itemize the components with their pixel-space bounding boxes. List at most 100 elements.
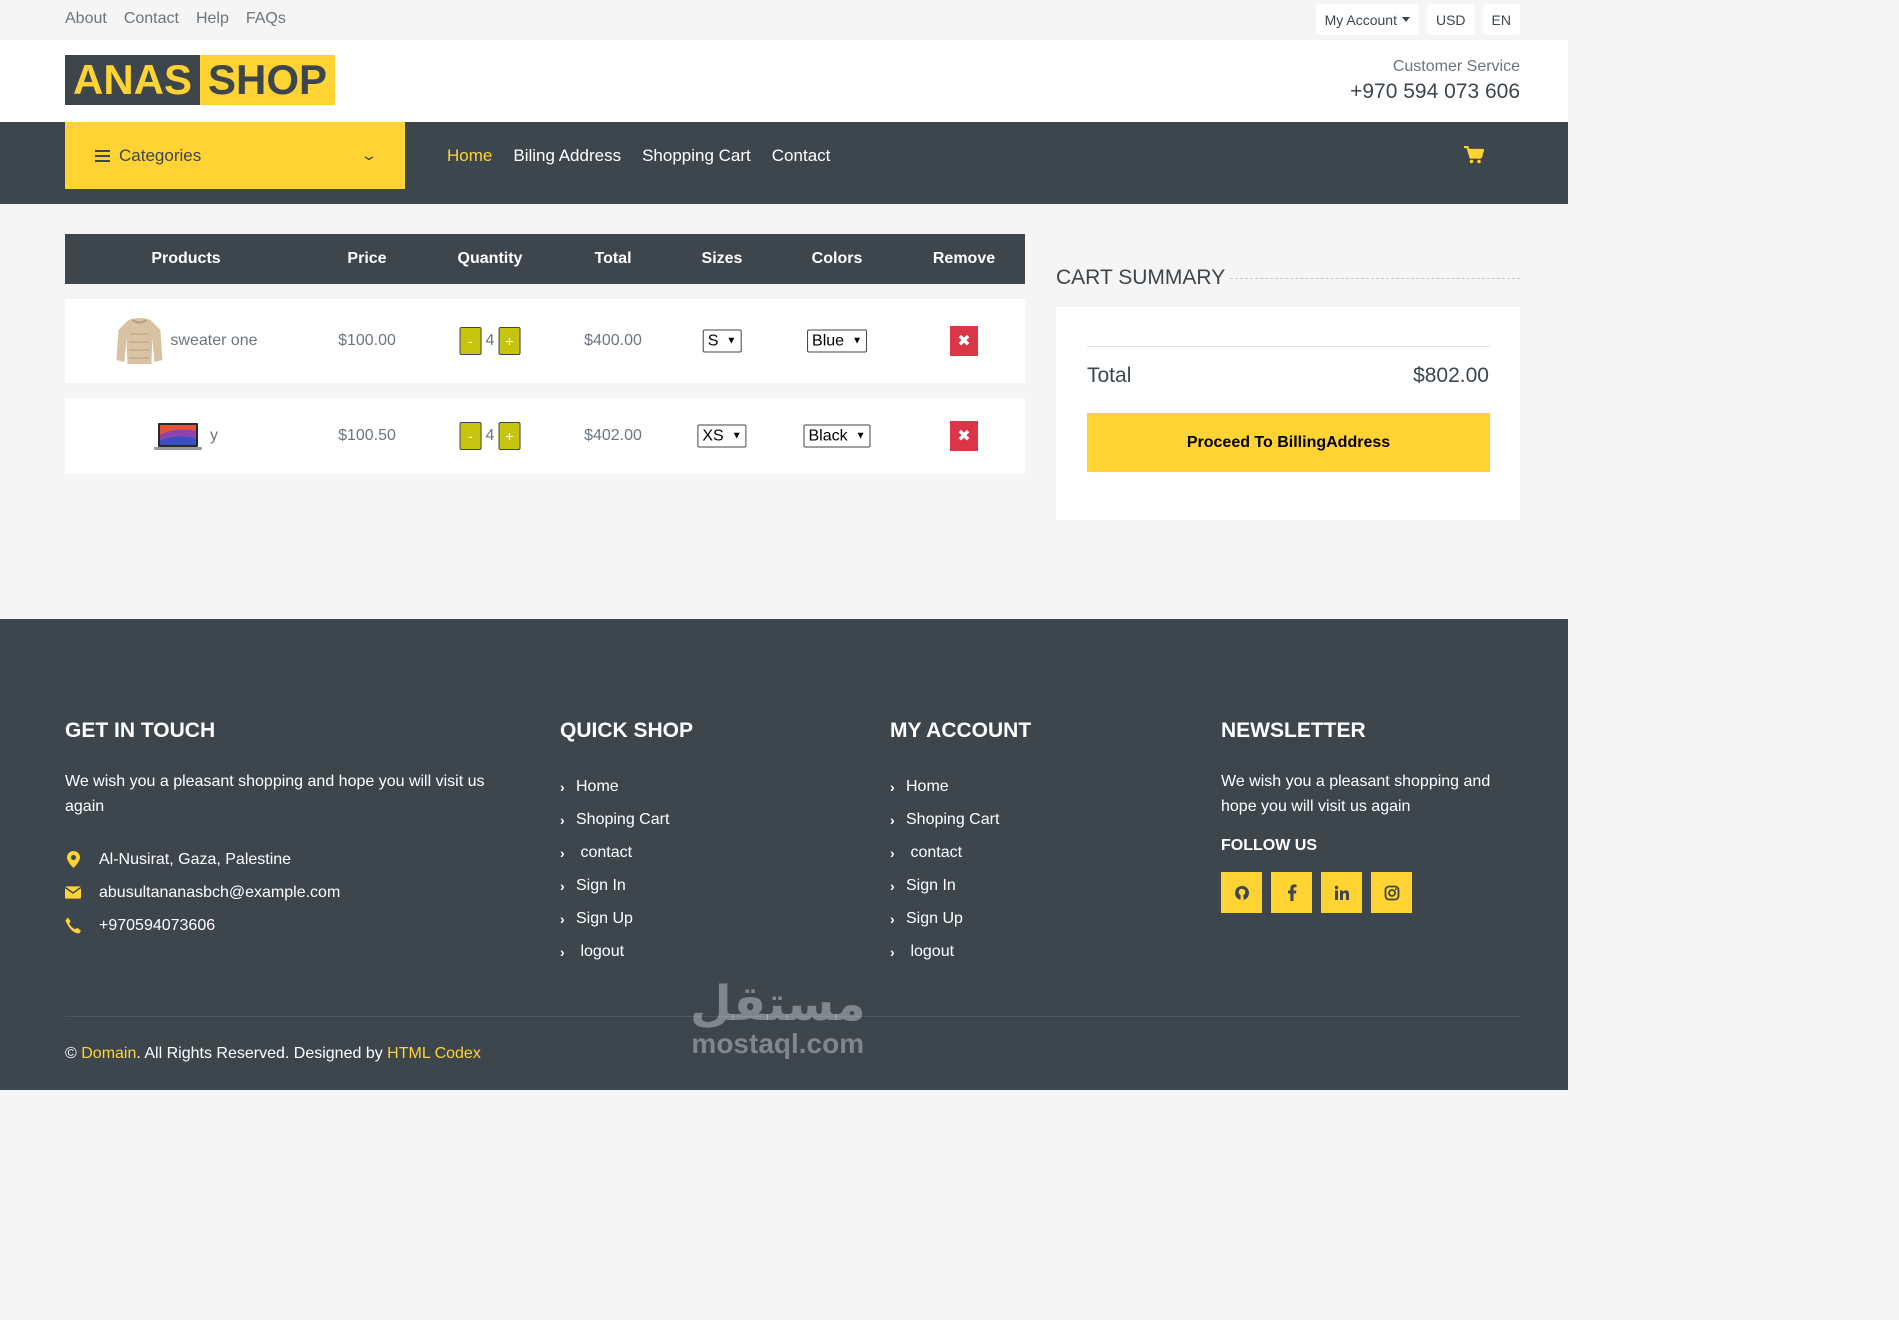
- proceed-to-billing-button[interactable]: Proceed To BillingAddress: [1087, 413, 1490, 472]
- link-label: Shoping Cart: [576, 810, 670, 828]
- logo[interactable]: ANAS SHOP: [65, 55, 336, 105]
- quantity-minus-button[interactable]: -: [459, 422, 482, 450]
- top-link-help[interactable]: Help: [196, 10, 229, 28]
- link-label: Home: [906, 777, 949, 795]
- chevron-right-icon: ›: [560, 778, 565, 795]
- currency-button[interactable]: USD: [1426, 4, 1475, 35]
- nav-link-billing-address[interactable]: Biling Address: [513, 146, 621, 166]
- chevron-right-icon: ›: [890, 778, 895, 795]
- top-link-faqs[interactable]: FAQs: [246, 10, 286, 28]
- quantity-value[interactable]: 4: [486, 427, 495, 445]
- size-select[interactable]: S ▼: [702, 329, 742, 353]
- footer-link-sign-up[interactable]: › Sign Up: [560, 902, 693, 935]
- email-text[interactable]: abusultananasbch@example.com: [99, 884, 340, 902]
- link-label: contact: [906, 843, 963, 861]
- cart-summary-box: Total $802.00 Proceed To BillingAddress: [1056, 307, 1520, 520]
- summary-total-label: Total: [1087, 364, 1132, 387]
- close-icon: ✖: [957, 333, 971, 350]
- html-codex-link[interactable]: HTML Codex: [387, 1045, 481, 1062]
- footer-link-shopping-cart[interactable]: › Shoping Cart: [560, 803, 693, 836]
- footer-link-sign-in[interactable]: › Sign In: [560, 869, 693, 902]
- footer-link-logout[interactable]: › logout: [560, 935, 693, 968]
- linkedin-icon[interactable]: [1321, 872, 1362, 913]
- quantity-plus-button[interactable]: +: [498, 327, 521, 355]
- my-account-label: My Account: [1324, 11, 1397, 28]
- footer-link-home[interactable]: › Home: [890, 770, 1031, 803]
- currency-label: USD: [1435, 11, 1466, 28]
- my-account-dropdown[interactable]: My Account: [1315, 4, 1419, 35]
- chevron-down-icon: ▼: [726, 335, 737, 347]
- copyright-prefix: ©: [65, 1045, 82, 1062]
- language-label: EN: [1491, 11, 1511, 28]
- follow-us-label: FOLLOW US: [1221, 837, 1317, 854]
- header: ANAS SHOP Customer Service +970 594 073 …: [0, 40, 1568, 122]
- col-colors: Colors: [811, 250, 863, 267]
- language-button[interactable]: EN: [1482, 4, 1520, 35]
- instagram-icon[interactable]: [1371, 872, 1412, 913]
- size-value: S: [707, 332, 719, 349]
- categories-toggle[interactable]: Categories ⌄: [65, 122, 405, 189]
- chevron-right-icon: ›: [560, 877, 565, 894]
- facebook-icon[interactable]: [1271, 872, 1312, 913]
- footer-text: We wish you a pleasant shopping and hope…: [65, 773, 485, 815]
- footer-link-sign-in[interactable]: › Sign In: [890, 869, 1031, 902]
- sweater-thumbnail[interactable]: [114, 316, 164, 366]
- footer: GET IN TOUCH We wish you a pleasant shop…: [0, 619, 1568, 1090]
- col-quantity: Quantity: [457, 250, 523, 267]
- nav-link-shopping-cart[interactable]: Shopping Cart: [642, 146, 751, 166]
- customer-service: Customer Service +970 594 073 606: [1350, 58, 1520, 104]
- chevron-down-icon: ▼: [731, 430, 742, 442]
- link-label: logout: [576, 942, 625, 960]
- quantity-plus-button[interactable]: +: [498, 422, 521, 450]
- cart-summary-title: CART SUMMARY: [1056, 266, 1226, 289]
- remove-button[interactable]: ✖: [950, 326, 978, 356]
- price-cell: $100.00: [338, 332, 396, 349]
- footer-newsletter: NEWSLETTER We wish you a pleasant shoppi…: [1221, 719, 1511, 913]
- chevron-down-icon: ⌄: [360, 147, 378, 163]
- col-products: Products: [151, 250, 221, 267]
- copyright: © Domain. All Rights Reserved. Designed …: [65, 1045, 481, 1063]
- remove-button[interactable]: ✖: [950, 421, 978, 451]
- col-sizes: Sizes: [701, 250, 743, 267]
- chevron-down-icon: ▼: [855, 430, 866, 442]
- col-remove: Remove: [932, 250, 996, 267]
- nav-link-home[interactable]: Home: [447, 146, 492, 166]
- link-label: Sign In: [906, 876, 956, 894]
- footer-link-sign-up[interactable]: › Sign Up: [890, 902, 1031, 935]
- footer-link-contact[interactable]: › contact: [560, 836, 693, 869]
- watermark-latin: mostaql.com: [691, 1028, 865, 1059]
- domain-link[interactable]: Domain: [81, 1045, 136, 1062]
- total-cell: $400.00: [584, 332, 642, 349]
- footer-heading: QUICK SHOP: [560, 719, 694, 742]
- quantity-stepper: - 4 +: [459, 422, 521, 450]
- color-select[interactable]: Black ▼: [803, 424, 871, 448]
- footer-link-contact[interactable]: › contact: [890, 836, 1031, 869]
- top-link-about[interactable]: About: [65, 10, 107, 28]
- nav-link-contact[interactable]: Contact: [772, 146, 831, 166]
- laptop-thumbnail[interactable]: [154, 421, 202, 451]
- watermark: مستقل mostaql.com: [690, 979, 866, 1059]
- size-value: XS: [702, 427, 724, 444]
- color-value: Black: [808, 427, 848, 444]
- social-links: [1221, 872, 1511, 913]
- navbar: Categories ⌄ Home Biling Address Shoppin…: [0, 122, 1568, 204]
- footer-heading: GET IN TOUCH: [65, 719, 216, 742]
- categories-label: Categories: [119, 145, 202, 165]
- link-label: Home: [576, 777, 619, 795]
- product-name: y: [210, 427, 218, 444]
- quantity-value[interactable]: 4: [486, 332, 495, 350]
- top-right-controls: My Account USD EN: [1315, 4, 1520, 35]
- price-cell: $100.50: [338, 427, 396, 444]
- github-icon[interactable]: [1221, 872, 1262, 913]
- quantity-minus-button[interactable]: -: [459, 327, 482, 355]
- footer-link-shopping-cart[interactable]: › Shoping Cart: [890, 803, 1031, 836]
- color-select[interactable]: Blue ▼: [807, 329, 867, 353]
- size-select[interactable]: XS ▼: [697, 424, 747, 448]
- top-link-contact[interactable]: Contact: [124, 10, 179, 28]
- shopping-cart-icon[interactable]: [1464, 146, 1484, 164]
- top-bar: About Contact Help FAQs My Account USD E…: [0, 0, 1568, 40]
- phone-text[interactable]: +970594073606: [99, 917, 215, 935]
- phone-item: +970594073606: [65, 909, 485, 942]
- footer-link-logout[interactable]: › logout: [890, 935, 1031, 968]
- footer-link-home[interactable]: › Home: [560, 770, 693, 803]
